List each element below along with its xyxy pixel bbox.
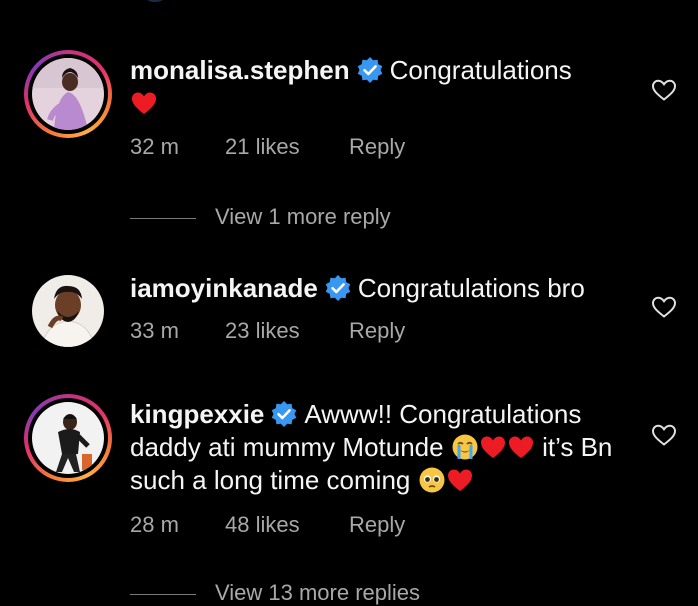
view-replies-label[interactable]: View 1 more reply [215, 204, 391, 230]
replies-divider-line [130, 594, 196, 595]
avatar[interactable] [24, 394, 112, 482]
verified-badge-icon [325, 275, 351, 301]
reply-button[interactable]: Reply [349, 318, 405, 344]
verified-badge-icon [272, 401, 297, 427]
reply-button[interactable]: Reply [349, 134, 405, 160]
timestamp: 32 m [130, 134, 179, 159]
comment-kingpexxie: kingpexxie Awww!! Congratulations daddy a… [0, 380, 698, 605]
red-heart-emoji [480, 436, 505, 458]
likes-count[interactable]: 21 likes [225, 134, 300, 160]
username[interactable]: iamoyinkanade [130, 273, 318, 303]
likes-count[interactable]: 48 likes [225, 512, 300, 538]
heart-outline-icon[interactable] [651, 295, 677, 319]
replies-divider-line [130, 218, 196, 219]
heart-outline-icon[interactable] [651, 78, 677, 102]
red-heart-emoji [132, 92, 156, 114]
username[interactable]: kingpexxie [130, 399, 264, 429]
avatar-photo-icon [32, 58, 104, 130]
pleading-face-emoji [419, 467, 445, 493]
comment-iamoyinkanade: iamoyinkanade Congratulations bro 33 m 23… [0, 250, 698, 380]
reply-button[interactable]: Reply [349, 512, 405, 538]
comment-body: kingpexxie Awww!! Congratulations daddy a… [130, 398, 640, 497]
comment-monalisa: monalisa.stephen Congratulations 32 m 21 … [0, 0, 698, 250]
username[interactable]: monalisa.stephen [130, 55, 350, 85]
verified-badge-icon [357, 57, 382, 83]
comment-body: monalisa.stephen Congratulations [130, 54, 640, 120]
timestamp: 33 m [130, 318, 179, 343]
avatar-photo-icon [32, 275, 104, 347]
loudly-crying-face-emoji [452, 434, 478, 460]
timestamp: 28 m [130, 512, 179, 537]
comment-text: Congratulations bro [357, 273, 585, 303]
heart-outline-icon[interactable] [651, 423, 677, 447]
comment-body: iamoyinkanade Congratulations bro [130, 272, 640, 305]
red-heart-emoji [508, 436, 533, 458]
comment-text: Congratulations [389, 55, 572, 85]
avatar-photo-icon [32, 402, 104, 474]
red-heart-emoji [447, 469, 472, 491]
view-replies-label[interactable]: View 13 more replies [215, 580, 420, 606]
likes-count[interactable]: 23 likes [225, 318, 300, 344]
avatar[interactable] [24, 50, 112, 138]
avatar[interactable] [32, 275, 104, 347]
